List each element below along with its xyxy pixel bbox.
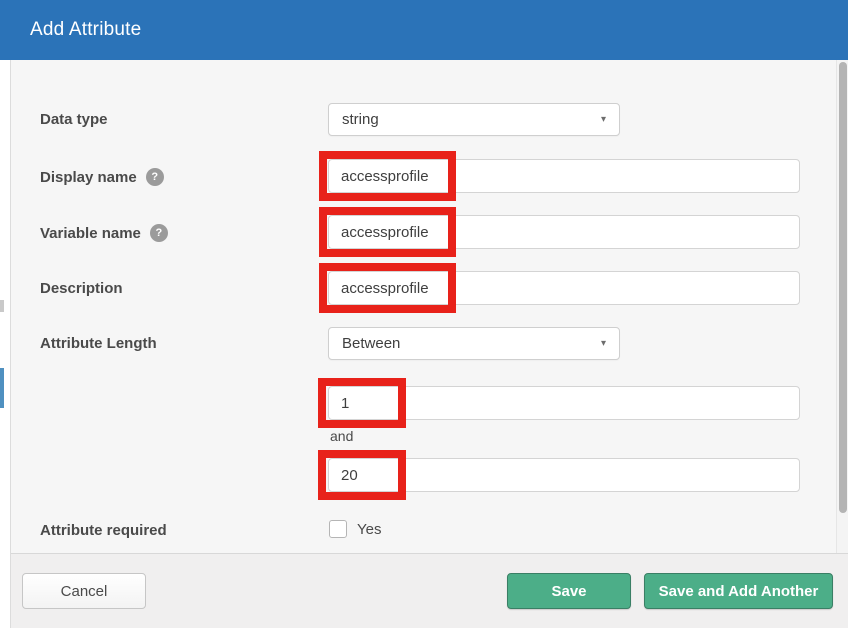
- description-input[interactable]: [328, 271, 800, 305]
- chevron-down-icon: ▾: [601, 338, 606, 349]
- attribute-required-option-label: Yes: [357, 521, 381, 538]
- scrollbar-track[interactable]: [836, 60, 848, 553]
- save-and-add-another-button[interactable]: Save and Add Another: [644, 573, 833, 609]
- display-name-input[interactable]: [328, 159, 800, 193]
- data-type-label: Data type: [40, 111, 108, 128]
- dialog-body: Data type string ▾ Display name ? Variab…: [11, 60, 848, 553]
- scrollbar-thumb[interactable]: [839, 62, 847, 513]
- attribute-length-min-input[interactable]: [328, 386, 800, 420]
- data-type-selected-value: string: [342, 111, 379, 128]
- page-edge-strip: [0, 60, 11, 628]
- attribute-required-label: Attribute required: [40, 522, 167, 539]
- dialog-footer: Cancel Save Save and Add Another: [11, 553, 848, 628]
- dialog-header: Add Attribute: [0, 0, 848, 60]
- cancel-button[interactable]: Cancel: [22, 573, 146, 609]
- help-icon[interactable]: ?: [146, 168, 164, 186]
- variable-name-label: Variable name ?: [40, 224, 168, 242]
- page-edge-fragment: [0, 300, 4, 312]
- attribute-required-checkbox[interactable]: [329, 520, 347, 538]
- variable-name-input[interactable]: [328, 215, 800, 249]
- data-type-select[interactable]: string ▾: [328, 103, 620, 136]
- attribute-length-max-input[interactable]: [328, 458, 800, 492]
- dialog-title: Add Attribute: [30, 19, 141, 41]
- attribute-required-row: Yes: [329, 520, 381, 538]
- chevron-down-icon: ▾: [601, 114, 606, 125]
- attribute-length-label: Attribute Length: [40, 335, 157, 352]
- save-button[interactable]: Save: [507, 573, 631, 609]
- add-attribute-dialog: Add Attribute Data type string ▾ Display…: [0, 0, 848, 628]
- help-icon[interactable]: ?: [150, 224, 168, 242]
- and-conjunction-label: and: [330, 428, 353, 444]
- description-label: Description: [40, 280, 123, 297]
- attribute-length-selected-value: Between: [342, 335, 400, 352]
- display-name-label: Display name ?: [40, 168, 164, 186]
- attribute-length-select[interactable]: Between ▾: [328, 327, 620, 360]
- page-edge-blue-fragment: [0, 368, 4, 408]
